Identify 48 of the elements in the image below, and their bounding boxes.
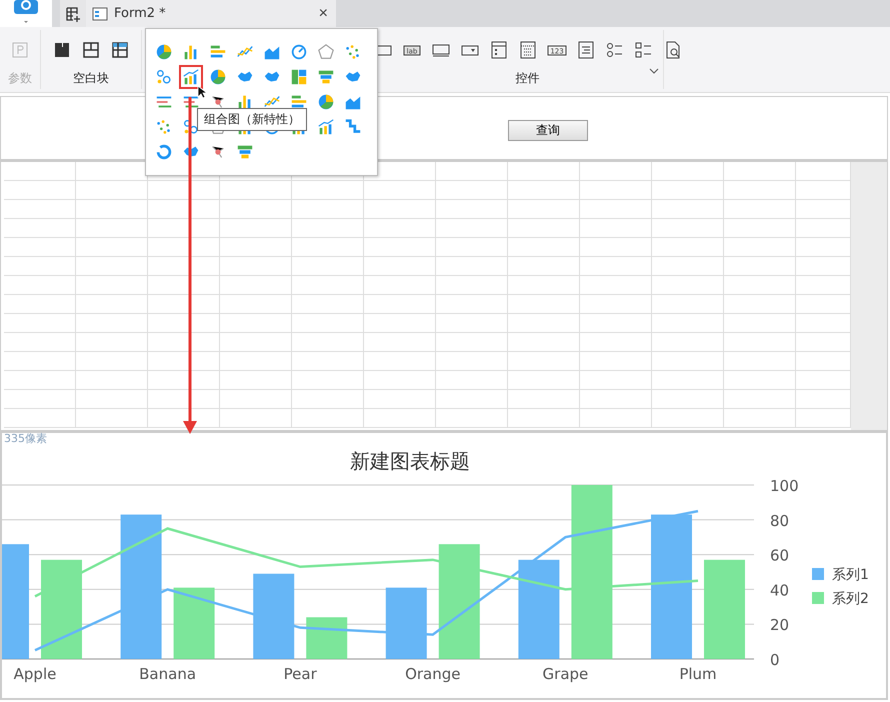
radar-chart-icon bbox=[317, 42, 335, 62]
y-axis-label: 60 bbox=[770, 546, 790, 565]
size-label: 335像素 bbox=[4, 431, 47, 446]
layout-block-icon[interactable] bbox=[110, 40, 130, 60]
y-axis-label: 100 bbox=[770, 477, 799, 495]
gauge-chart-icon bbox=[290, 42, 308, 62]
donut-chart-icon bbox=[155, 142, 173, 162]
combo-chart-button[interactable] bbox=[179, 65, 203, 89]
chevron-down-icon[interactable] bbox=[649, 67, 659, 75]
layout-block-icon[interactable] bbox=[52, 40, 72, 60]
x-axis-label: Pear bbox=[284, 665, 317, 683]
y-axis-label: 20 bbox=[770, 616, 790, 634]
form-icon bbox=[92, 6, 108, 22]
listbox-control-icon[interactable] bbox=[488, 40, 508, 60]
legend-label: 系列2 bbox=[832, 591, 869, 607]
layout-block-icon[interactable] bbox=[81, 40, 101, 60]
search-icon[interactable] bbox=[11, 0, 41, 24]
tree-control-icon[interactable] bbox=[576, 40, 596, 60]
grid-add-button[interactable] bbox=[60, 0, 86, 27]
pie-chart-icon bbox=[317, 92, 335, 112]
radio-control-icon[interactable] bbox=[604, 40, 624, 60]
calendar-control-icon[interactable] bbox=[518, 40, 538, 60]
pie-chart-icon bbox=[155, 42, 173, 62]
group-label: 空白块 bbox=[73, 70, 109, 87]
legend-label: 系列1 bbox=[832, 567, 869, 583]
x-axis-label: Banana bbox=[139, 665, 196, 683]
x-axis-label: Apple bbox=[14, 665, 56, 683]
combo-chart-icon bbox=[182, 67, 200, 87]
group-label: 控件 bbox=[516, 70, 540, 87]
pie-chart-icon bbox=[209, 67, 227, 87]
treemap-chart-icon bbox=[290, 67, 308, 87]
x-axis-label: Orange bbox=[405, 665, 461, 683]
close-button[interactable]: × bbox=[316, 4, 330, 22]
y-axis-label: 80 bbox=[770, 512, 790, 530]
tab-label: Form2 * bbox=[114, 6, 167, 21]
combo-chart-icon bbox=[317, 117, 335, 137]
group-label: 参数 bbox=[8, 70, 32, 87]
query-button[interactable]: 查询 bbox=[508, 120, 588, 140]
x-axis-label: Plum bbox=[679, 665, 717, 683]
chart-title: 新建图表标题 bbox=[350, 449, 470, 473]
tooltip: 组合图（新特性） bbox=[197, 108, 307, 131]
checkbox-control-icon[interactable] bbox=[634, 40, 654, 60]
grid-add-icon bbox=[65, 6, 81, 22]
cursor-icon bbox=[197, 85, 207, 99]
y-axis-label: 40 bbox=[770, 581, 790, 600]
x-axis-label: Grape bbox=[542, 665, 588, 683]
document-tab[interactable]: Form2 * × bbox=[86, 0, 336, 27]
y-axis-label: 0 bbox=[770, 651, 780, 669]
